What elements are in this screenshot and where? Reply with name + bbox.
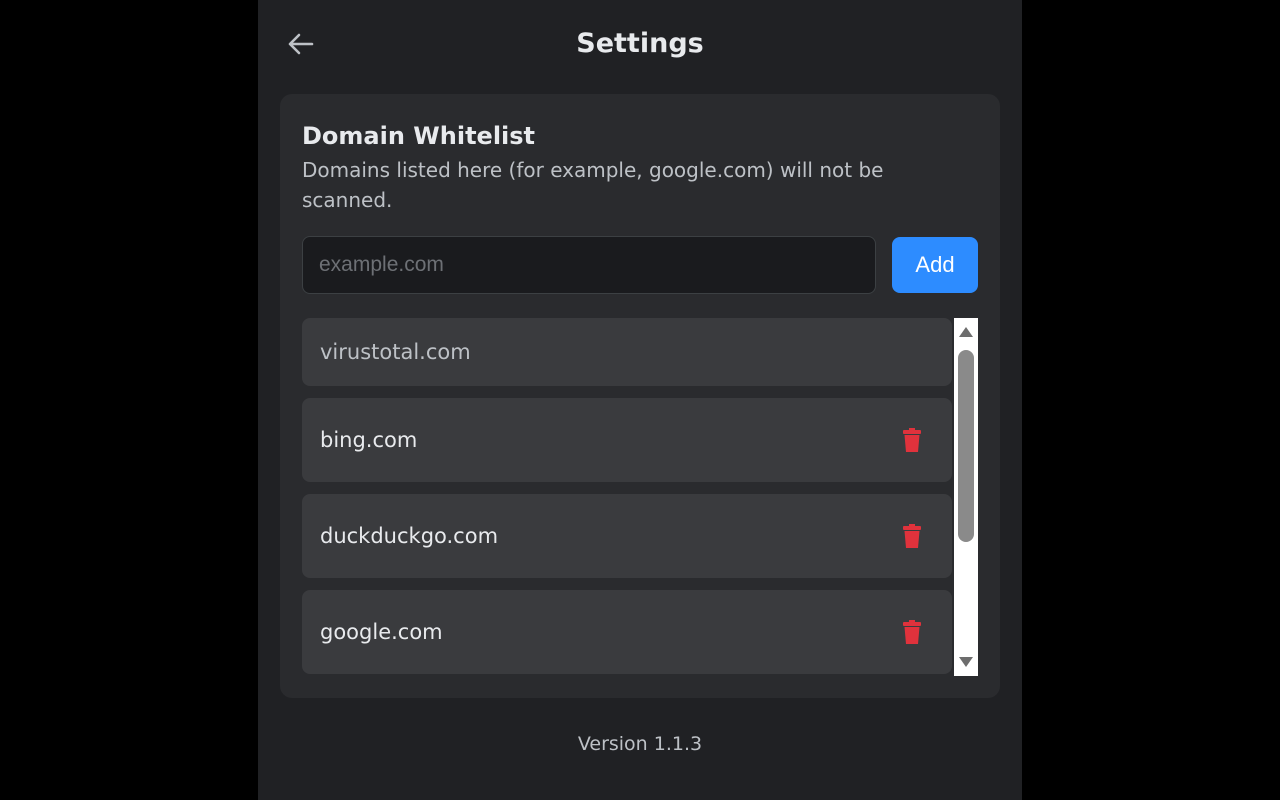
domain-list: virustotal.com bing.com duckduckgo.com g… xyxy=(302,318,952,676)
domain-whitelist-card: Domain Whitelist Domains listed here (fo… xyxy=(280,94,1000,698)
list-item-label: virustotal.com xyxy=(320,340,471,364)
delete-button[interactable] xyxy=(898,426,926,454)
list-item: duckduckgo.com xyxy=(302,494,952,578)
list-item: google.com xyxy=(302,590,952,674)
list-item-label: google.com xyxy=(320,620,443,644)
list-item-label: bing.com xyxy=(320,428,418,452)
list-item-label: duckduckgo.com xyxy=(320,524,499,548)
trash-icon xyxy=(903,620,921,644)
delete-button[interactable] xyxy=(898,522,926,550)
list-scrollbar[interactable] xyxy=(954,318,978,676)
card-description: Domains listed here (for example, google… xyxy=(302,158,884,212)
scroll-down-button[interactable] xyxy=(954,650,978,674)
domain-list-viewport: virustotal.com bing.com duckduckgo.com g… xyxy=(302,318,978,676)
trash-icon xyxy=(903,428,921,452)
list-item: virustotal.com xyxy=(302,318,952,386)
add-button[interactable]: Add xyxy=(892,237,978,293)
triangle-down-icon xyxy=(959,657,973,667)
version-label: Version 1.1.3 xyxy=(577,733,703,755)
settings-panel: Settings Domain Whitelist Domains listed… xyxy=(258,0,1022,800)
domain-input[interactable] xyxy=(302,236,876,294)
triangle-up-icon xyxy=(959,327,973,337)
delete-button[interactable] xyxy=(898,618,926,646)
card-title: Domain Whitelist xyxy=(302,122,536,150)
trash-icon xyxy=(903,524,921,548)
page-title: Settings xyxy=(576,28,704,59)
header: Settings xyxy=(258,0,1022,90)
scroll-up-button[interactable] xyxy=(954,320,978,344)
scroll-thumb[interactable] xyxy=(958,350,974,542)
list-item: bing.com xyxy=(302,398,952,482)
